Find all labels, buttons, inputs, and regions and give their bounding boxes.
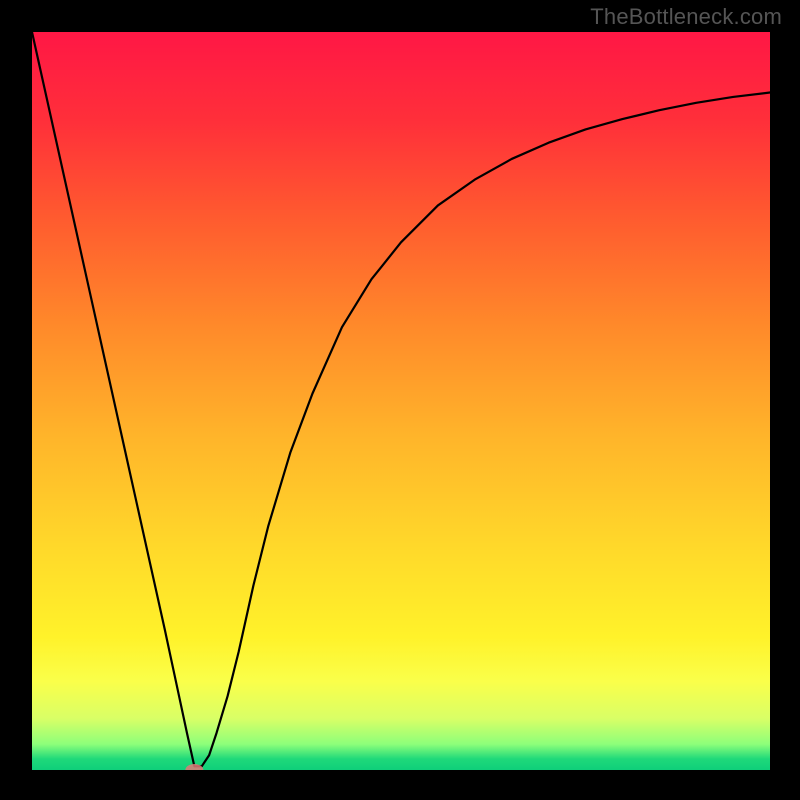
plot-area — [32, 32, 770, 770]
chart-svg — [32, 32, 770, 770]
watermark-text: TheBottleneck.com — [590, 4, 782, 30]
gradient-background — [32, 32, 770, 770]
chart-frame: TheBottleneck.com — [0, 0, 800, 800]
